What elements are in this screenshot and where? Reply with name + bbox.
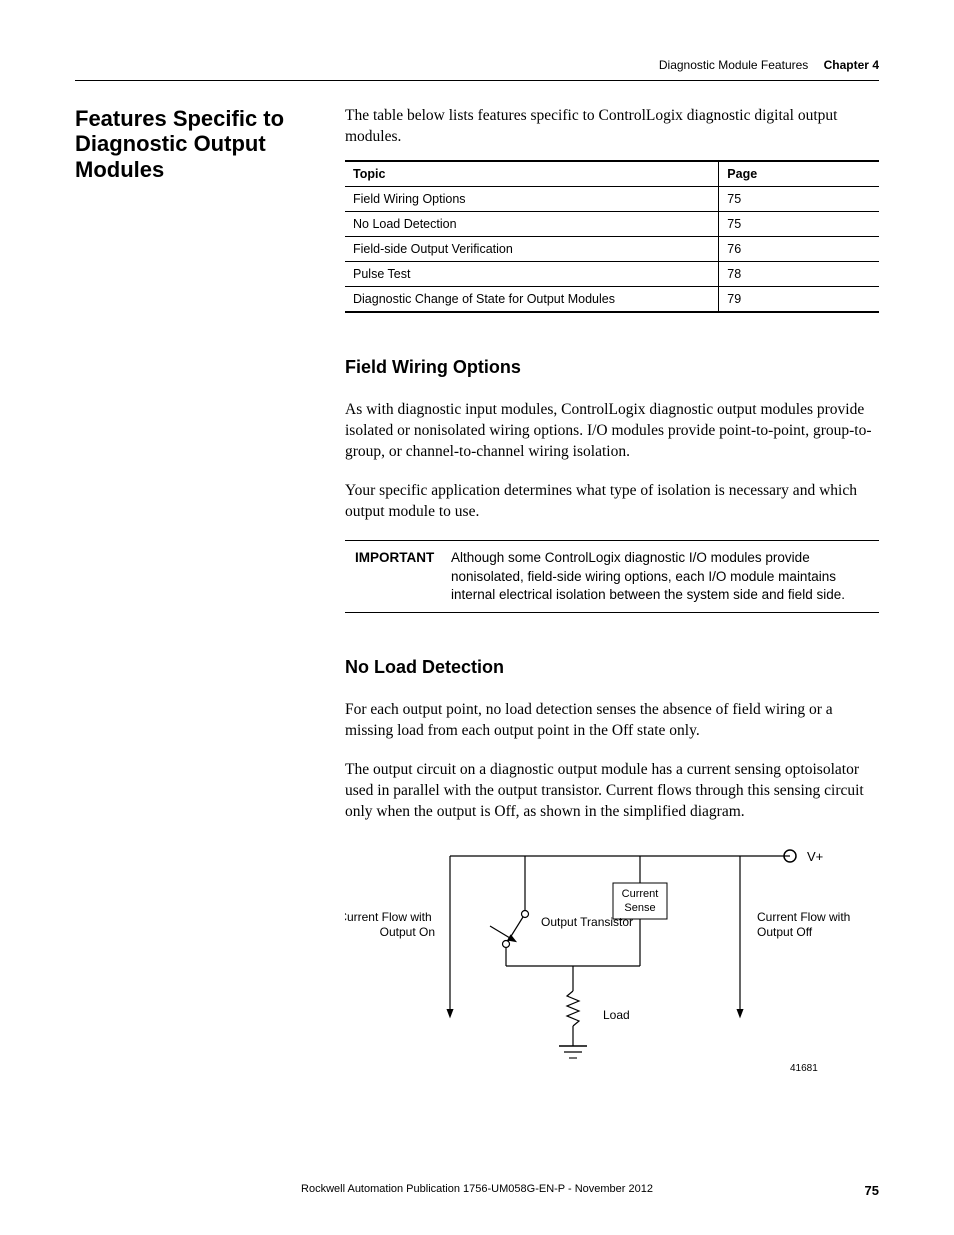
table-row: Pulse Test 78 [345,261,879,286]
subheading-no-load: No Load Detection [345,657,879,678]
footer-text: Rockwell Automation Publication 1756-UM0… [301,1183,653,1195]
nld-paragraph-2: The output circuit on a diagnostic outpu… [345,760,879,823]
table-row: Field-side Output Verification 76 [345,236,879,261]
running-head: Diagnostic Module Features Chapter 4 [659,58,879,72]
current-sense-label-1: Current [622,888,659,900]
table-cell-topic: Field-side Output Verification [345,236,719,261]
table-cell-page: 75 [719,186,879,211]
current-sense-label-2: Sense [624,902,655,914]
important-callout: IMPORTANT Although some ControlLogix dia… [345,540,879,613]
table-cell-page: 79 [719,286,879,312]
page-number: 75 [865,1183,879,1198]
intro-paragraph: The table below lists features specific … [345,106,879,148]
nld-paragraph-1: For each output point, no load detection… [345,700,879,742]
circuit-svg: V+ Current Sense Output [345,841,875,1101]
load-label: Load [603,1008,630,1022]
subheading-field-wiring: Field Wiring Options [345,357,879,378]
important-text: Although some ControlLogix diagnostic I/… [445,541,879,613]
table-cell-page: 75 [719,211,879,236]
page-footer: Rockwell Automation Publication 1756-UM0… [75,1183,879,1195]
output-transistor-label-1: Output Transistor [541,915,633,929]
table-cell-topic: Diagnostic Change of State for Output Mo… [345,286,719,312]
table-cell-topic: Pulse Test [345,261,719,286]
flow-on-label: Current Flow with Output On [345,910,435,939]
table-cell-page: 76 [719,236,879,261]
table-cell-topic: Field Wiring Options [345,186,719,211]
fwo-paragraph-2: Your specific application determines wha… [345,481,879,523]
topic-page-table: Topic Page Field Wiring Options 75 No Lo… [345,160,879,313]
table-row: Field Wiring Options 75 [345,186,879,211]
figure-id: 41681 [790,1063,818,1074]
flow-off-label: Current Flow with Output Off [757,910,854,939]
running-head-title: Diagnostic Module Features [659,58,808,72]
vplus-label: V+ [807,849,823,864]
section-heading: Features Specific to Diagnostic Output M… [75,106,325,182]
header-rule [75,80,879,81]
table-header-page: Page [719,161,879,187]
table-cell-topic: No Load Detection [345,211,719,236]
important-label: IMPORTANT [345,541,445,613]
table-row: Diagnostic Change of State for Output Mo… [345,286,879,312]
table-row: No Load Detection 75 [345,211,879,236]
running-head-chapter: Chapter 4 [824,58,879,72]
circuit-diagram: V+ Current Sense Output [345,841,879,1106]
fwo-paragraph-1: As with diagnostic input modules, Contro… [345,400,879,463]
table-cell-page: 78 [719,261,879,286]
table-header-topic: Topic [345,161,719,187]
